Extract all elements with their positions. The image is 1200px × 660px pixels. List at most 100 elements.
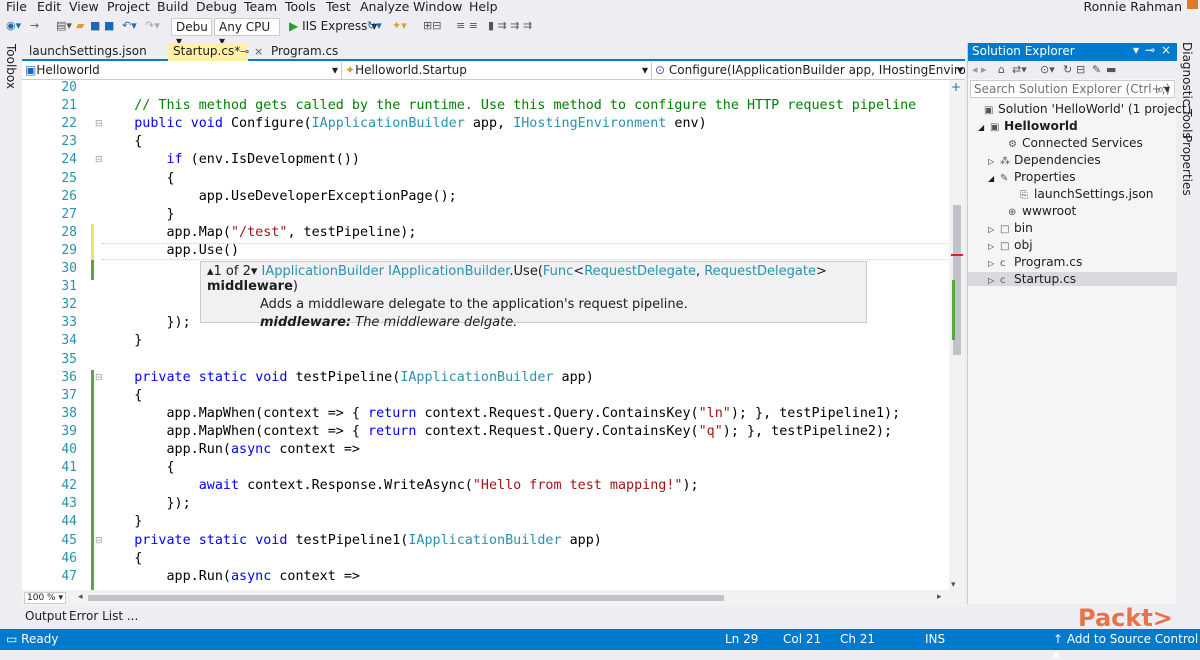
tree-item[interactable]: ⚙ Connected Services xyxy=(968,136,1177,150)
expand-toggle-icon[interactable]: ▷ xyxy=(988,225,1000,234)
menu-help[interactable]: Help xyxy=(469,0,498,14)
code-line[interactable]: }); xyxy=(102,496,190,511)
menu-test[interactable]: Test xyxy=(326,0,351,14)
close-panel-icon[interactable]: × xyxy=(1161,43,1171,57)
toolbox-tab[interactable]: Toolbox xyxy=(4,44,18,89)
expand-toggle-icon[interactable]: ▷ xyxy=(988,157,1000,166)
menu-file[interactable]: File xyxy=(6,0,27,14)
code-line[interactable]: app.Run(async context => xyxy=(102,442,360,457)
undo-icon[interactable]: ↶▾ xyxy=(122,19,137,32)
member-dropdown[interactable]: ⊙ Configure(IApplicationBuilder app, IHo… xyxy=(652,62,965,79)
save-all-icon[interactable]: ■ xyxy=(104,19,114,32)
indent-icon[interactable]: ≡ ≡ xyxy=(456,19,478,32)
code-line[interactable]: } xyxy=(102,514,142,529)
refresh-icon[interactable]: ↻▾ xyxy=(367,19,382,32)
code-line[interactable]: await context.Response.WriteAsync("Hello… xyxy=(102,478,699,493)
tree-item[interactable]: ◢ ✎ Properties xyxy=(968,170,1177,184)
menu-window[interactable]: Window xyxy=(413,0,462,14)
preview-icon[interactable]: ▬ xyxy=(1106,63,1116,76)
horizontal-scrollbar-thumb[interactable] xyxy=(88,595,724,601)
code-line[interactable]: }); xyxy=(102,315,190,330)
browser-link-icon[interactable]: ✦▾ xyxy=(392,19,407,32)
editor-scrollbar[interactable]: + ▾ xyxy=(949,80,965,590)
close-tab-icon[interactable]: × xyxy=(254,45,263,58)
tree-item[interactable]: ▷ c Startup.cs xyxy=(968,272,1177,286)
back-icon[interactable]: ◂ ▸ xyxy=(972,63,987,76)
tab-output[interactable]: Output xyxy=(25,609,67,623)
menu-debug[interactable]: Debug xyxy=(196,0,237,14)
user-name[interactable]: Ronnie Rahman xyxy=(1083,0,1182,14)
bookmark-icon[interactable]: ▮ ⇉ ⇉ ⇉ xyxy=(488,19,532,32)
scroll-left-icon[interactable]: ◂ xyxy=(78,592,83,602)
menu-build[interactable]: Build xyxy=(157,0,188,14)
code-line[interactable]: private static void testPipeline(IApplic… xyxy=(102,370,594,385)
menu-analyze[interactable]: Analyze xyxy=(360,0,409,14)
expand-toggle-icon[interactable]: ▷ xyxy=(988,276,1000,285)
tree-item[interactable]: ◢ ▣ Helloworld xyxy=(968,119,1177,133)
code-line[interactable]: } xyxy=(102,333,142,348)
properties-icon[interactable]: ✎ xyxy=(1092,63,1101,76)
pin-icon[interactable]: ⊸ xyxy=(240,45,249,58)
run-button[interactable]: ▶ IIS Express ▾ xyxy=(289,19,377,33)
platform-select[interactable]: Any CPU ▾ xyxy=(214,18,280,48)
tab-program[interactable]: Program.cs xyxy=(266,43,343,61)
code-line[interactable]: { xyxy=(102,134,142,149)
code-line[interactable]: if (env.IsDevelopment()) xyxy=(102,152,361,167)
properties-tab[interactable]: Properties xyxy=(1180,135,1194,196)
save-icon[interactable]: ■ xyxy=(90,19,100,32)
collapse-all-icon[interactable]: ⊟ xyxy=(1076,63,1085,76)
class-dropdown[interactable]: ✦Helloworld.Startup ▾ xyxy=(342,62,652,79)
code-line[interactable]: { xyxy=(102,460,174,475)
scroll-right-icon[interactable]: ▸ xyxy=(937,592,942,602)
code-line[interactable]: app.Map("/test", testPipeline); xyxy=(102,225,416,240)
tab-launchsettings[interactable]: launchSettings.json xyxy=(24,43,152,61)
menu-view[interactable]: View xyxy=(69,0,99,14)
expand-toggle-icon[interactable]: ◢ xyxy=(978,123,990,132)
overload-down-icon[interactable]: ▾ xyxy=(251,264,258,279)
code-line[interactable]: } xyxy=(102,207,174,222)
home-icon[interactable]: ⌂ xyxy=(998,63,1005,76)
zoom-select[interactable]: 100 % ▾ xyxy=(24,592,66,604)
forward-icon[interactable]: → xyxy=(30,19,39,32)
menu-project[interactable]: Project xyxy=(107,0,150,14)
diagnostic-tools-tab[interactable]: Diagnostic Tools xyxy=(1180,42,1194,139)
pin-panel-icon[interactable]: ⊸ xyxy=(1145,43,1155,57)
code-line[interactable]: app.Run(async context => xyxy=(102,569,360,584)
panel-menu-icon[interactable]: ▾ xyxy=(1133,43,1139,57)
menu-edit[interactable]: Edit xyxy=(37,0,61,14)
menu-tools[interactable]: Tools xyxy=(285,0,316,14)
code-line[interactable]: private static void testPipeline1(IAppli… xyxy=(102,533,602,548)
new-project-icon[interactable]: ▤▾ xyxy=(56,19,72,32)
configuration-select[interactable]: Debu ▾ xyxy=(171,18,212,48)
tree-item[interactable]: ▷ ⁂ Dependencies xyxy=(968,153,1177,167)
add-to-source-control[interactable]: ↑ Add to Source Control ▴ xyxy=(1053,632,1200,660)
project-dropdown[interactable]: ▣Helloworld ▾ xyxy=(22,62,342,79)
find-icon[interactable]: ⊞⊟ xyxy=(423,19,441,32)
expand-toggle-icon[interactable]: ◢ xyxy=(988,174,1000,183)
code-line[interactable]: { xyxy=(102,388,142,403)
pending-changes-icon[interactable]: ⊙▾ xyxy=(1040,63,1055,76)
tree-item[interactable]: ▷ □ bin xyxy=(968,221,1177,235)
tab-error-list[interactable]: Error List ... xyxy=(69,609,138,623)
tree-item[interactable]: ⊕ wwwroot xyxy=(968,204,1177,218)
code-line[interactable]: app.MapWhen(context => { return context.… xyxy=(102,424,892,439)
tree-item[interactable]: ⎘ launchSettings.json xyxy=(968,187,1177,201)
code-line[interactable]: app.Use() xyxy=(102,243,239,258)
code-line[interactable]: // This method gets called by the runtim… xyxy=(102,98,916,113)
open-icon[interactable]: ▰ xyxy=(76,19,84,32)
tree-item[interactable]: ▷ c Program.cs xyxy=(968,255,1177,269)
expand-toggle-icon[interactable]: ▷ xyxy=(988,242,1000,251)
tree-item[interactable]: ▣ Solution 'HelloWorld' (1 project) xyxy=(968,102,1191,116)
tree-item[interactable]: ▷ □ obj xyxy=(968,238,1177,252)
split-icon[interactable]: + xyxy=(951,80,961,94)
code-line[interactable]: { xyxy=(102,171,174,186)
redo-icon[interactable]: ↷▾ xyxy=(145,19,160,32)
expand-toggle-icon[interactable]: ▷ xyxy=(988,259,1000,268)
feedback-icon[interactable] xyxy=(1187,0,1198,9)
back-icon[interactable]: ◉▾ xyxy=(6,19,21,32)
scroll-down-icon[interactable]: ▾ xyxy=(951,580,956,590)
search-icon[interactable]: ⌕▾ xyxy=(1157,82,1170,97)
code-line[interactable]: app.UseDeveloperExceptionPage(); xyxy=(102,189,457,204)
code-line[interactable]: app.MapWhen(context => { return context.… xyxy=(102,406,900,421)
tab-startup[interactable]: Startup.cs* xyxy=(168,43,248,61)
